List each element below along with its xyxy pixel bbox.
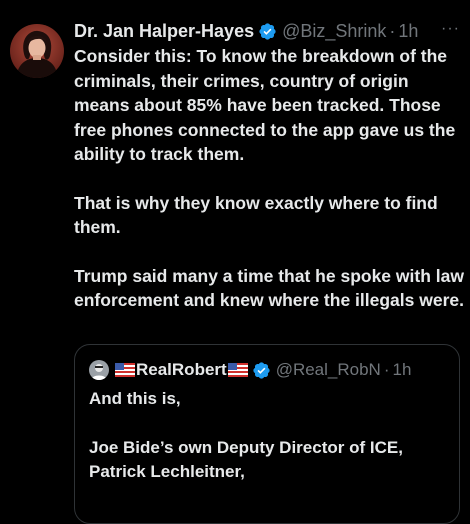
quoted-tweet-text: And this is, Joe Bide’s own Deputy Direc… [89,387,449,509]
separator-dot: · [389,21,396,41]
tweet-paragraph: Consider this: To know the breakdown of … [74,46,456,164]
us-flag-icon [227,363,248,377]
tweet-paragraph: That is why they know exactly where to f… [74,192,438,238]
us-flag-icon [115,363,135,377]
quoted-timestamp[interactable]: 1h [393,358,412,382]
quoted-tweet-header: RealRobert @Real_RobN · 1h [89,358,449,382]
tweet-text: Consider this: To know the breakdown of … [74,44,464,337]
verified-badge-icon [259,22,276,40]
tweet[interactable]: Dr. Jan Halper-Hayes @Biz_Shrink · 1h ··… [0,0,470,524]
separator-dot: · [383,360,390,379]
timestamp[interactable]: 1h [398,18,418,44]
tweet-paragraph: Trump said many a time that he spoke wit… [74,265,464,311]
quoted-paragraph: And this is, [89,389,181,408]
author-handle[interactable]: @Biz_Shrink [282,18,386,44]
quoted-author-avatar [89,360,109,380]
tweet-header: Dr. Jan Halper-Hayes @Biz_Shrink · 1h ··… [74,18,460,44]
author-avatar[interactable] [10,24,64,78]
more-options-icon[interactable]: ··· [441,18,460,40]
quoted-tweet[interactable]: RealRobert @Real_RobN · 1h And this is, … [74,344,460,524]
quoted-author-display-name[interactable]: RealRobert [136,358,227,382]
quoted-author-handle[interactable]: @Real_RobN [276,358,381,382]
verified-badge-icon [253,361,270,379]
quoted-paragraph: Joe Bide’s own Deputy Director of ICE, P… [89,437,403,482]
author-display-name[interactable]: Dr. Jan Halper-Hayes [74,18,254,44]
